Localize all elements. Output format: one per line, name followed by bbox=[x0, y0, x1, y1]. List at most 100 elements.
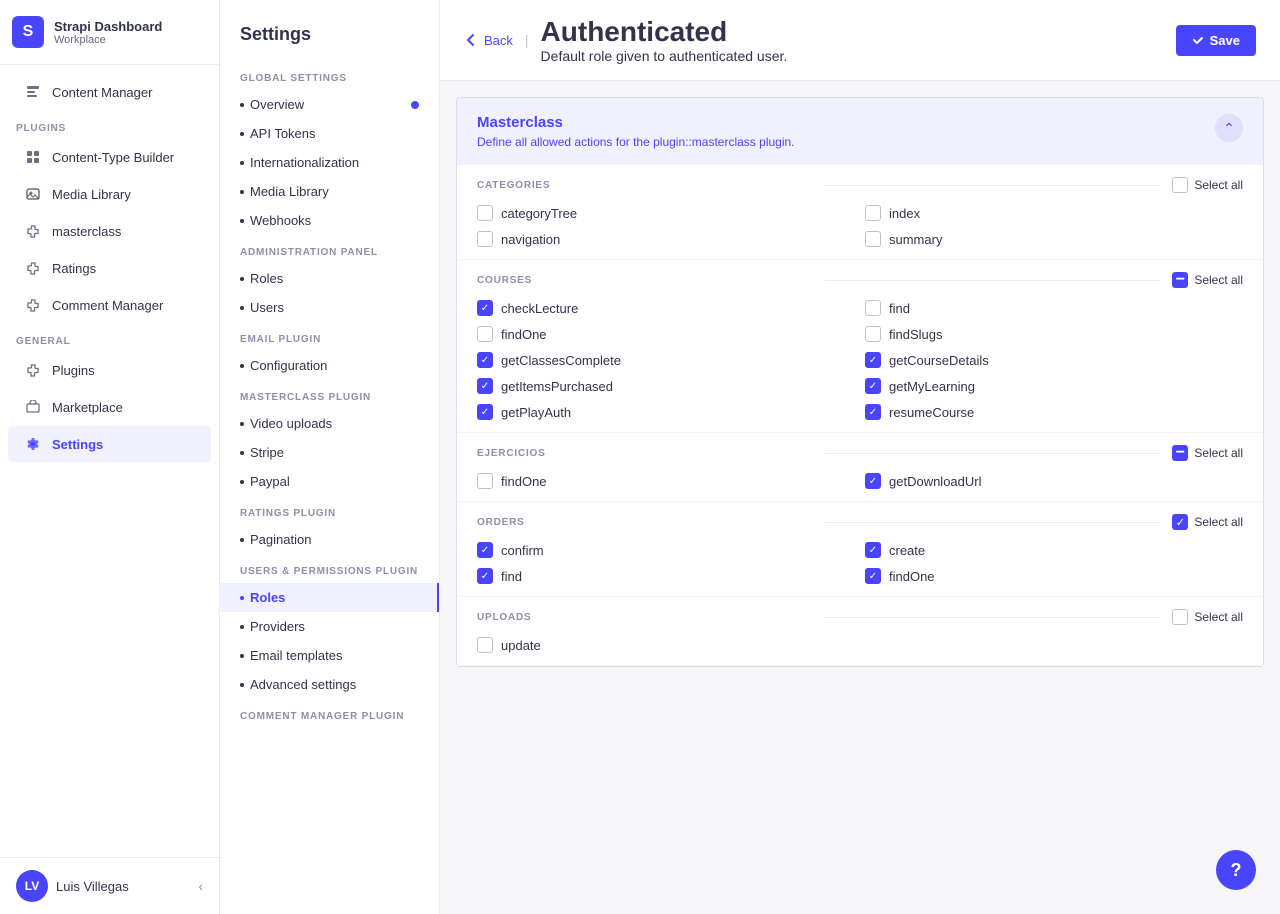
categories-select-all-checkbox[interactable] bbox=[1172, 177, 1188, 193]
settings-nav-stripe[interactable]: Stripe bbox=[220, 438, 439, 467]
ejercicios-select-all-checkbox[interactable]: − bbox=[1172, 445, 1188, 461]
sidebar-item-label: Content Manager bbox=[52, 85, 152, 100]
app-logo: S bbox=[12, 16, 44, 48]
settings-nav-providers[interactable]: Providers bbox=[220, 612, 439, 641]
dot-icon bbox=[240, 451, 244, 455]
nav-item-label: Media Library bbox=[250, 184, 329, 199]
checkbox-ej-findOne[interactable] bbox=[477, 473, 493, 489]
plugins-section-label: PLUGINS bbox=[0, 111, 219, 138]
save-button[interactable]: Save bbox=[1176, 25, 1256, 56]
checkbox-create[interactable]: ✓ bbox=[865, 542, 881, 558]
checkbox-label: categoryTree bbox=[501, 206, 577, 221]
nav-item-label: Internationalization bbox=[250, 155, 359, 170]
collapse-icon[interactable]: ‹ bbox=[198, 878, 203, 894]
settings-nav-email-templates[interactable]: Email templates bbox=[220, 641, 439, 670]
nav-item-label: Roles bbox=[250, 271, 283, 286]
sidebar-item-marketplace[interactable]: Marketplace bbox=[8, 389, 211, 425]
sidebar-item-label: Content-Type Builder bbox=[52, 150, 174, 165]
sidebar-item-plugins[interactable]: Plugins bbox=[8, 352, 211, 388]
checkbox-checkLecture[interactable]: ✓ bbox=[477, 300, 493, 316]
settings-nav-media-library[interactable]: Media Library bbox=[220, 177, 439, 206]
sidebar-item-masterclass[interactable]: masterclass bbox=[8, 213, 211, 249]
settings-nav-roles-up[interactable]: Roles bbox=[220, 583, 439, 612]
checkbox-confirm[interactable]: ✓ bbox=[477, 542, 493, 558]
checkbox-categoryTree[interactable] bbox=[477, 205, 493, 221]
settings-nav-webhooks[interactable]: Webhooks bbox=[220, 206, 439, 235]
ejercicios-label: EJERCICIOS bbox=[477, 448, 813, 459]
media-icon bbox=[24, 185, 42, 203]
settings-nav-advanced-settings[interactable]: Advanced settings bbox=[220, 670, 439, 699]
checkbox-getCourseDetails[interactable]: ✓ bbox=[865, 352, 881, 368]
courses-select-all-checkbox[interactable]: − bbox=[1172, 272, 1188, 288]
checkbox-label: findOne bbox=[889, 569, 935, 584]
dot-icon bbox=[240, 480, 244, 484]
chevron-up-icon: ⌃ bbox=[1223, 120, 1235, 137]
checkbox-summary[interactable] bbox=[865, 231, 881, 247]
marketplace-icon bbox=[24, 398, 42, 416]
nav-item-label: Overview bbox=[250, 97, 304, 112]
checkbox-ord-find[interactable]: ✓ bbox=[477, 568, 493, 584]
sidebar-item-ratings[interactable]: Ratings bbox=[8, 250, 211, 286]
settings-nav-roles-admin[interactable]: Roles bbox=[220, 264, 439, 293]
dot-icon bbox=[240, 422, 244, 426]
checkbox-update[interactable] bbox=[477, 637, 493, 653]
settings-nav-users-admin[interactable]: Users bbox=[220, 293, 439, 322]
settings-nav-video-uploads[interactable]: Video uploads bbox=[220, 409, 439, 438]
checkbox-find[interactable] bbox=[865, 300, 881, 316]
orders-select-all-checkbox[interactable]: ✓ bbox=[1172, 514, 1188, 530]
sidebar-item-media-library[interactable]: Media Library bbox=[8, 176, 211, 212]
collapse-button[interactable]: ⌃ bbox=[1215, 114, 1243, 142]
back-button[interactable]: Back bbox=[464, 33, 513, 48]
sidebar-item-settings[interactable]: Settings bbox=[8, 426, 211, 462]
checkbox-findSlugs[interactable] bbox=[865, 326, 881, 342]
sidebar-item-label: Settings bbox=[52, 437, 103, 452]
checkbox-label: findSlugs bbox=[889, 327, 942, 342]
settings-nav-configuration[interactable]: Configuration bbox=[220, 351, 439, 380]
sidebar-item-label: Plugins bbox=[52, 363, 95, 378]
sidebar-item-comment-manager[interactable]: Comment Manager bbox=[8, 287, 211, 323]
checkbox-getMyLearning[interactable]: ✓ bbox=[865, 378, 881, 394]
checkbox-getPlayAuth[interactable]: ✓ bbox=[477, 404, 493, 420]
sidebar-header: S Strapi Dashboard Workplace bbox=[0, 0, 219, 65]
dot-icon bbox=[240, 161, 244, 165]
settings-nav-overview[interactable]: Overview bbox=[220, 90, 439, 119]
nav-item-label: Configuration bbox=[250, 358, 327, 373]
app-subtitle: Workplace bbox=[54, 34, 162, 46]
checkbox-label: create bbox=[889, 543, 925, 558]
nav-item-label: Users bbox=[250, 300, 284, 315]
dot-icon bbox=[240, 538, 244, 542]
uploads-select-all-checkbox[interactable] bbox=[1172, 609, 1188, 625]
checkbox-label: getDownloadUrl bbox=[889, 474, 982, 489]
checkbox-label: getCourseDetails bbox=[889, 353, 989, 368]
section-label-users-permissions: USERS & PERMISSIONS PLUGIN bbox=[220, 554, 439, 583]
sidebar-item-content-manager[interactable]: Content Manager bbox=[8, 74, 211, 110]
settings-nav-pagination[interactable]: Pagination bbox=[220, 525, 439, 554]
plugin-description: Define all allowed actions for the plugi… bbox=[477, 135, 795, 149]
sidebar-item-label: Comment Manager bbox=[52, 298, 163, 313]
checkbox-getItemsPurchased[interactable]: ✓ bbox=[477, 378, 493, 394]
settings-nav-internationalization[interactable]: Internationalization bbox=[220, 148, 439, 177]
checkbox-index[interactable] bbox=[865, 205, 881, 221]
categories-label: CATEGORIES bbox=[477, 180, 813, 191]
settings-nav-api-tokens[interactable]: API Tokens bbox=[220, 119, 439, 148]
section-label-ratings: RATINGS PLUGIN bbox=[220, 496, 439, 525]
settings-nav-paypal[interactable]: Paypal bbox=[220, 467, 439, 496]
help-button[interactable]: ? bbox=[1216, 850, 1256, 890]
checkbox-getDownloadUrl[interactable]: ✓ bbox=[865, 473, 881, 489]
section-label-masterclass: MASTERCLASS PLUGIN bbox=[220, 380, 439, 409]
courses-section: COURSES − Select all ✓ checkLecture find bbox=[457, 260, 1263, 433]
checkbox-resumeCourse[interactable]: ✓ bbox=[865, 404, 881, 420]
plugin-header: Masterclass Define all allowed actions f… bbox=[457, 98, 1263, 165]
plugin-section-masterclass: Masterclass Define all allowed actions f… bbox=[456, 97, 1264, 667]
checkbox-findOne[interactable] bbox=[477, 326, 493, 342]
dot-icon bbox=[240, 103, 244, 107]
content-icon bbox=[24, 83, 42, 101]
checkbox-navigation[interactable] bbox=[477, 231, 493, 247]
ejercicios-select-all-label: Select all bbox=[1194, 446, 1243, 460]
nav-item-label: Advanced settings bbox=[250, 677, 356, 692]
checkbox-getClassesComplete[interactable]: ✓ bbox=[477, 352, 493, 368]
checkbox-ord-findOne[interactable]: ✓ bbox=[865, 568, 881, 584]
section-label-comment-manager: COMMENT MANAGER PLUGIN bbox=[220, 699, 439, 728]
sidebar-item-content-type-builder[interactable]: Content-Type Builder bbox=[8, 139, 211, 175]
orders-select-all-label: Select all bbox=[1194, 515, 1243, 529]
